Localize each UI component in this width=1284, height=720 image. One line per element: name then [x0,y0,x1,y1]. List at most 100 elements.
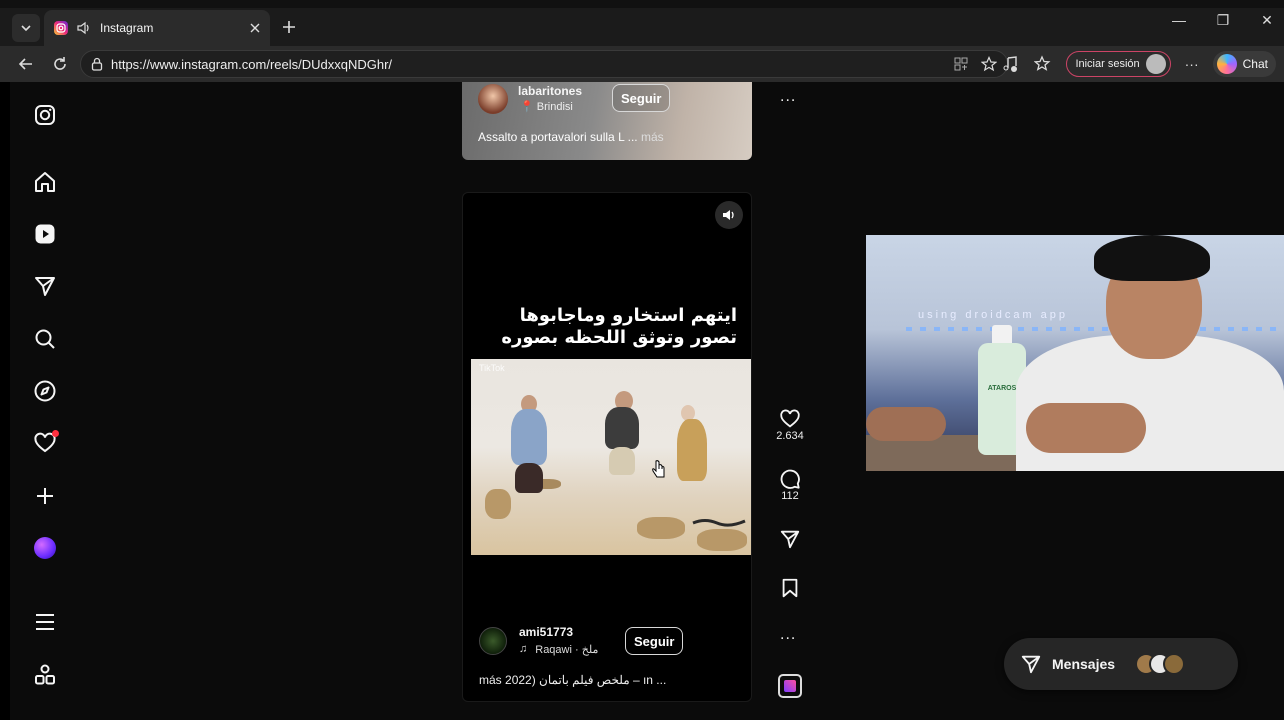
streamer-cap [1094,235,1210,281]
reel-overlay-text: ايتهم استخارو وماجابوها تصور وتوثق اللحظ… [475,305,737,349]
explore-compass-icon[interactable] [32,378,58,404]
close-window-icon[interactable]: ✕ [1258,12,1276,29]
prev-reel-username[interactable]: labaritones [518,84,582,98]
webcam-overlay-text: using droidcam app [918,309,1069,321]
prev-reel-caption: Assalto a portavalori sulla L ... más [478,130,664,144]
url-field[interactable]: https://www.instagram.com/reels/DUdxxqND… [80,50,1008,78]
profile-avatar [1145,54,1166,74]
comment-action: 112 [774,468,806,502]
reel-caption: más ملخص فيلم باتمان (2022 – ın ... [479,673,666,687]
new-tab-button[interactable] [276,14,302,40]
read-aloud-icon[interactable] [953,56,969,72]
reel-author-avatar[interactable] [479,627,507,655]
comment-count[interactable]: 112 [781,490,799,502]
share-send-icon[interactable] [779,528,801,550]
notifications-heart-icon[interactable] [32,430,59,456]
media-control-icon[interactable] [1002,55,1020,73]
copilot-chat-button[interactable]: Chat [1212,51,1276,77]
instagram-favicon-icon [54,21,68,35]
speaker-icon[interactable] [76,21,92,35]
reel-overlay-line-1: ايتهم استخارو وماجابوها [519,305,737,326]
send-messages-icon[interactable] [32,273,58,299]
search-icon[interactable] [32,326,58,352]
meta-ai-orb [34,537,56,559]
close-tab-icon[interactable] [250,23,260,33]
meta-ai-icon[interactable] [32,535,58,561]
also-from-meta-icon[interactable] [32,662,58,688]
prev-reel-follow-button[interactable]: Seguir [612,84,671,112]
webcam-overlay: using droidcam app ATAROS [866,235,1284,471]
tab-title: Instagram [100,21,154,35]
send-messages-icon [1021,655,1041,674]
favorite-star-icon[interactable] [981,56,997,72]
previous-reel[interactable]: labaritones 📍 Brindisi Seguir Assalto a … [462,82,752,160]
comment-icon[interactable] [779,468,801,490]
person-middle-shorts [609,447,635,475]
signin-button[interactable]: Iniciar sesión [1066,51,1171,77]
reel-caption-text: ملخص فيلم باتمان (2022 – ın ... [505,673,667,687]
bottle-label: ATAROS [987,385,1017,392]
streamer-arm [1026,403,1146,453]
like-count[interactable]: 2.634 [776,430,804,442]
prev-reel-caption-text: Assalto a portavalori sulla L ... [478,130,638,144]
restore-icon[interactable]: ❐ [1214,12,1232,29]
sidebar [10,82,80,720]
tab-actions-button[interactable] [12,14,40,42]
create-plus-icon[interactable] [32,483,58,509]
address-bar: https://www.instagram.com/reels/DUdxxqND… [0,46,1284,82]
reel-more-options-icon[interactable]: ... [780,626,796,644]
bookmark-icon[interactable] [779,577,801,599]
person-right [677,419,707,481]
location-pin-icon: 📍 [520,101,534,113]
messages-label: Mensajes [1052,656,1116,672]
reel-more-link[interactable]: más [479,673,502,687]
cursor-hand-icon [652,460,665,478]
lock-icon [91,57,103,71]
menu-hamburger-icon[interactable] [32,609,58,635]
reel-author-username[interactable]: ami51773 [519,625,573,639]
person-middle [605,407,639,449]
reels-icon[interactable] [32,221,58,247]
like-heart-icon[interactable] [779,408,801,430]
music-note-icon: ♫ [519,643,528,655]
audio-cover-image [784,680,796,692]
volume-icon [723,210,734,220]
reel-player[interactable]: ايتهم استخارو وماجابوها تصور وتوثق اللحظ… [462,192,752,702]
favorites-icon[interactable] [1034,55,1052,73]
prev-reel-more-link[interactable]: más [641,130,664,144]
messages-button[interactable]: Mensajes [1004,638,1238,690]
rock [637,517,685,539]
window-controls: — ❐ ✕ [1170,12,1276,29]
refresh-icon[interactable] [50,54,70,74]
rock [697,529,747,551]
instagram-logo-icon[interactable] [32,102,58,128]
streamer-left-arm [866,407,946,441]
sound-toggle-button[interactable] [715,201,743,229]
message-avatar [1163,653,1186,675]
message-avatars [1135,653,1186,675]
copilot-icon [1216,54,1237,74]
url-text: https://www.instagram.com/reels/DUdxxqND… [111,56,393,72]
home-icon[interactable] [32,169,58,195]
settings-more-icon[interactable]: ··· [1185,56,1199,72]
person-left-shorts [515,463,543,493]
chat-label: Chat [1242,57,1268,71]
reel-audio-text: Raqawi · ملخ [535,644,599,656]
prev-reel-location[interactable]: 📍 Brindisi [520,100,573,113]
browser-tab[interactable]: Instagram [44,10,270,46]
rock [485,489,511,519]
reel-audio-thumbnail[interactable] [778,674,802,698]
prev-reel-more-options-icon[interactable]: ... [780,88,796,106]
minimize-icon[interactable]: — [1170,12,1188,29]
chevron-down-icon [21,25,31,32]
prev-reel-avatar[interactable] [478,84,508,114]
reel-video-frame[interactable]: TikTok [471,359,751,555]
save-action [774,577,806,599]
signin-label: Iniciar sesión [1075,58,1140,70]
prev-reel-location-text: Brindisi [536,101,573,113]
reel-audio[interactable]: ♫ Raqawi · ملخ [519,643,598,656]
back-icon[interactable] [16,54,36,74]
reel-overlay-line-2: تصور وتوثق اللحظه بصوره [501,327,737,348]
browser-tabbar: Instagram — ❐ ✕ [0,0,1284,48]
reel-follow-button[interactable]: Seguir [625,627,684,655]
